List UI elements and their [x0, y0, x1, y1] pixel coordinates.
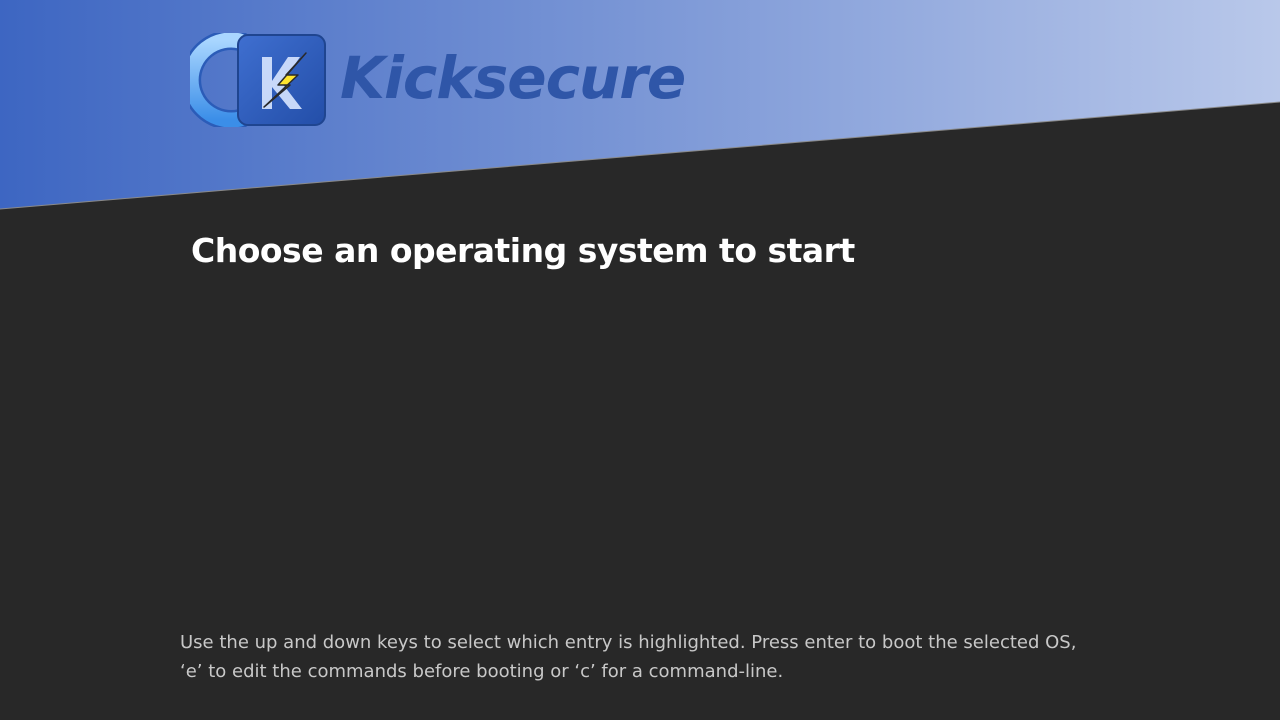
brand-name: Kicksecure [340, 44, 686, 112]
help-line-1: Use the up and down keys to select which… [180, 632, 1077, 653]
keyboard-help-text: Use the up and down keys to select which… [180, 628, 1180, 686]
kicksecure-shield-icon [190, 33, 326, 127]
help-line-2: ‘e’ to edit the commands before booting … [180, 661, 784, 682]
boot-menu-title: Choose an operating system to start [191, 231, 855, 270]
kicksecure-logo: Kicksecure [190, 30, 686, 130]
boot-entry-list[interactable] [180, 300, 1100, 600]
